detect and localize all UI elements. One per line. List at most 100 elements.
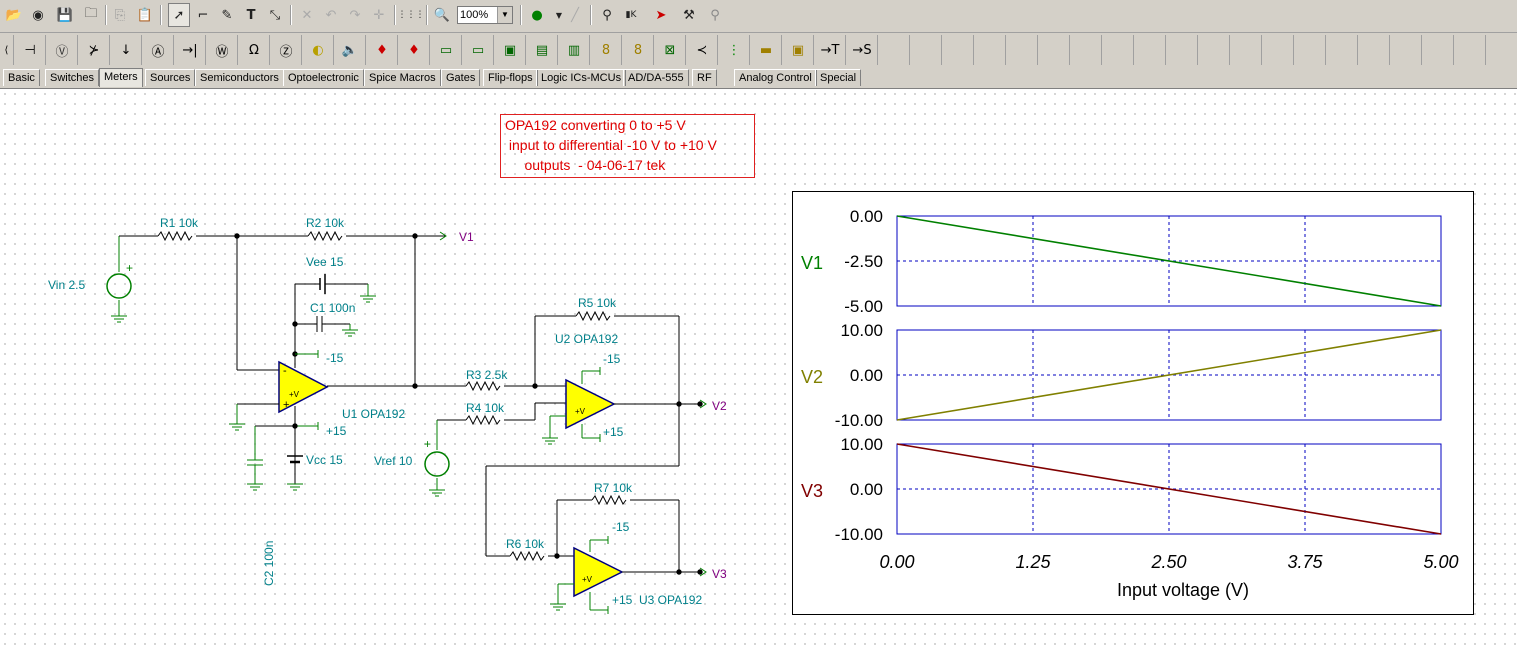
- tab-sources[interactable]: Sources: [145, 69, 196, 86]
- tab-rf[interactable]: RF: [692, 69, 717, 86]
- no-wire-icon[interactable]: ⤡: [264, 3, 286, 27]
- u2-opamp[interactable]: [565, 378, 616, 430]
- logic-analyzer-icon[interactable]: ▥: [559, 35, 590, 65]
- probe-pen-icon[interactable]: ╱: [564, 3, 586, 27]
- chevron-down-icon[interactable]: ▼: [497, 7, 512, 23]
- empty-slot[interactable]: [1391, 35, 1422, 65]
- paste-icon[interactable]: 📋: [134, 3, 156, 27]
- tab-ad-da-555[interactable]: AD/DA-555: [623, 69, 689, 86]
- vin-label[interactable]: Vin 2.5: [48, 278, 85, 292]
- wattmeter-icon[interactable]: Ⓦ: [207, 35, 238, 65]
- redo-icon[interactable]: ↷: [344, 3, 366, 27]
- empty-slot[interactable]: [975, 35, 1006, 65]
- empty-slot[interactable]: [1487, 35, 1517, 65]
- empty-slot[interactable]: [1295, 35, 1326, 65]
- delete-icon[interactable]: ✕: [296, 3, 318, 27]
- empty-slot[interactable]: [879, 35, 910, 65]
- schematic[interactable]: R1 10k R2 10k Vee 15 C1 100n Vin 2.5 + -…: [0, 89, 790, 652]
- r7-resistor[interactable]: [591, 494, 627, 506]
- seven-segment-icon[interactable]: 8: [591, 35, 622, 65]
- zoom-icon[interactable]: 🔍: [431, 3, 453, 27]
- r6-resistor[interactable]: [509, 550, 545, 562]
- frequency-counter-icon[interactable]: ▤: [527, 35, 558, 65]
- r4-label[interactable]: R4 10k: [466, 401, 505, 415]
- copy-icon[interactable]: ⎘: [109, 3, 131, 27]
- tab-semiconductors[interactable]: Semiconductors: [195, 69, 284, 86]
- u1-label[interactable]: U1 OPA192: [342, 407, 405, 421]
- tab-switches[interactable]: Switches: [45, 69, 100, 86]
- internet-icon[interactable]: ◉: [27, 3, 49, 27]
- empty-slot[interactable]: [943, 35, 974, 65]
- open-icon[interactable]: 📂: [3, 3, 25, 27]
- lcd-icon[interactable]: ▣: [783, 35, 814, 65]
- tab-special[interactable]: Special: [815, 69, 862, 86]
- voltmeter-icon[interactable]: Ⓥ: [47, 35, 78, 65]
- r3-resistor[interactable]: [465, 380, 501, 392]
- empty-slot[interactable]: [911, 35, 942, 65]
- junction-icon[interactable]: ✛: [368, 3, 390, 27]
- empty-slot[interactable]: [1359, 35, 1390, 65]
- r1-resistor[interactable]: [157, 230, 193, 242]
- vref-label[interactable]: Vref 10: [374, 454, 413, 468]
- empty-slot[interactable]: [1231, 35, 1262, 65]
- vee-label[interactable]: Vee 15: [306, 255, 344, 269]
- r7-label[interactable]: R7 10k: [594, 481, 633, 495]
- switch-icon[interactable]: ⊁: [79, 35, 110, 65]
- arrow-down-icon[interactable]: ↓: [111, 35, 142, 65]
- empty-slot[interactable]: [1263, 35, 1294, 65]
- r2-label[interactable]: R2 10k: [306, 216, 345, 230]
- ohmmeter-icon[interactable]: Ω: [239, 35, 270, 65]
- chevron-left-icon[interactable]: ⟨: [0, 35, 14, 65]
- r6-label[interactable]: R6 10k: [506, 537, 545, 551]
- ground-icon[interactable]: ⊣: [15, 35, 46, 65]
- r5-resistor[interactable]: [575, 310, 611, 322]
- tool-icon[interactable]: ⚒: [678, 3, 700, 27]
- open-folder-icon[interactable]: 🗀: [80, 3, 102, 27]
- empty-slot[interactable]: [1455, 35, 1486, 65]
- seven-segment-2-icon[interactable]: 8: [623, 35, 654, 65]
- oscilloscope-icon[interactable]: ▭: [431, 35, 462, 65]
- c2-label[interactable]: C2 100n: [262, 541, 276, 586]
- tab-logic-ics-mcus[interactable]: Logic ICs-MCUs: [536, 69, 627, 86]
- voltage-pin-icon[interactable]: ≺: [687, 35, 718, 65]
- v3-node-label[interactable]: V3: [712, 567, 727, 581]
- empty-slot[interactable]: [1071, 35, 1102, 65]
- empty-slot[interactable]: [1039, 35, 1070, 65]
- vref-source[interactable]: [424, 451, 450, 477]
- select-arrow-icon[interactable]: ➚: [168, 3, 190, 27]
- tab-flip-flops[interactable]: Flip-flops: [483, 69, 538, 86]
- wire-node-icon[interactable]: →|: [175, 35, 206, 65]
- tab-analog-control[interactable]: Analog Control: [734, 69, 817, 86]
- traffic-light-icon[interactable]: ⋮: [719, 35, 750, 65]
- v2-node-label[interactable]: V2: [712, 399, 727, 413]
- impedance-meter-icon[interactable]: Ⓩ: [271, 35, 302, 65]
- r3-label[interactable]: R3 2.5k: [466, 368, 508, 382]
- empty-slot[interactable]: [1167, 35, 1198, 65]
- resistor-meter-icon[interactable]: ▮K: [620, 3, 642, 27]
- c1-label[interactable]: C1 100n: [310, 301, 355, 315]
- vin-source[interactable]: [106, 236, 132, 323]
- dc-analysis-icon[interactable]: ●: [526, 3, 548, 27]
- vcc-label[interactable]: Vcc 15: [306, 453, 343, 467]
- grid-icon[interactable]: ⋮⋮⋮: [398, 3, 425, 27]
- zoom-select[interactable]: 100% ▼: [457, 6, 513, 24]
- to-s-button[interactable]: →S: [847, 35, 878, 65]
- v1-node-label[interactable]: V1: [459, 230, 474, 244]
- to-t-button[interactable]: →T: [815, 35, 846, 65]
- empty-slot[interactable]: [1135, 35, 1166, 65]
- tab-meters[interactable]: Meters: [99, 68, 143, 87]
- r4-resistor[interactable]: [465, 414, 501, 426]
- u3-opamp[interactable]: [573, 546, 624, 598]
- network-analyzer-icon[interactable]: ▣: [495, 35, 526, 65]
- run-icon[interactable]: ➤: [650, 3, 672, 27]
- ammeter-icon[interactable]: Ⓐ: [143, 35, 174, 65]
- r2-resistor[interactable]: [307, 230, 343, 242]
- diagram-window[interactable]: 0.00 -2.50 -5.00 V1 10.00 0.00 -10.00 V2 10.00 0.…: [792, 191, 1474, 615]
- tab-gates[interactable]: Gates: [441, 69, 481, 86]
- r1-label[interactable]: R1 10k: [160, 216, 199, 230]
- led-red-icon[interactable]: ♦: [367, 35, 398, 65]
- save-icon[interactable]: 💾: [54, 3, 76, 27]
- undo-icon[interactable]: ↶: [320, 3, 342, 27]
- xy-recorder-icon[interactable]: ⊠: [655, 35, 686, 65]
- display-bar-icon[interactable]: ▬: [751, 35, 782, 65]
